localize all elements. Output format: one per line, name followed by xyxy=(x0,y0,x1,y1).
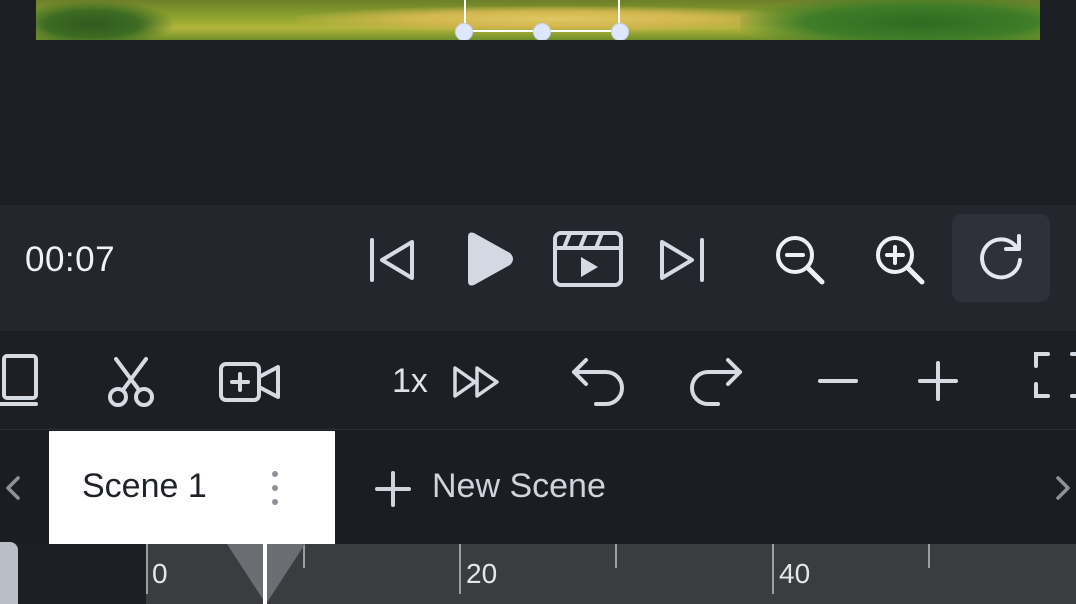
ruler-tick-minor xyxy=(928,544,930,568)
add-video-icon[interactable] xyxy=(218,359,282,405)
chevron-right-icon[interactable] xyxy=(1050,472,1076,504)
new-scene-button[interactable]: New Scene xyxy=(432,467,606,506)
scissors-icon[interactable] xyxy=(104,355,158,409)
resize-handle-bottom-left[interactable] xyxy=(455,23,473,41)
plus-icon[interactable] xyxy=(918,361,958,401)
add-scene-icon[interactable] xyxy=(374,470,412,508)
fullscreen-icon[interactable] xyxy=(1032,350,1076,400)
skip-to-start-icon[interactable] xyxy=(366,234,420,286)
chevron-left-icon[interactable] xyxy=(0,472,26,504)
preview-bush-right xyxy=(740,0,1040,40)
page-icon[interactable] xyxy=(0,352,42,410)
zoom-out-icon[interactable] xyxy=(772,232,828,288)
canvas-area xyxy=(0,40,1076,205)
refresh-button[interactable] xyxy=(952,214,1050,302)
playhead-line[interactable] xyxy=(263,544,267,604)
clapperboard-icon[interactable] xyxy=(552,230,624,288)
ruler-tick-major xyxy=(146,544,148,594)
timecode: 00:07 xyxy=(25,240,116,279)
preview-bush-left xyxy=(36,0,176,40)
play-icon[interactable] xyxy=(458,229,518,289)
ruler-label-0: 0 xyxy=(152,558,168,589)
minus-icon[interactable] xyxy=(818,368,858,394)
ruler-label-20: 20 xyxy=(466,558,498,589)
refresh-icon xyxy=(980,234,1022,280)
ruler-label-40: 40 xyxy=(779,558,811,589)
skip-to-end-icon[interactable] xyxy=(654,234,710,286)
scene-tab-label: Scene 1 xyxy=(82,467,207,505)
playback-speed[interactable]: 1x xyxy=(392,362,428,401)
track-scroll-thumb[interactable] xyxy=(0,542,18,604)
redo-icon[interactable] xyxy=(686,354,746,406)
resize-handle-bottom-right[interactable] xyxy=(611,23,629,41)
resize-handle-bottom-center[interactable] xyxy=(533,23,551,41)
more-vertical-icon[interactable] xyxy=(266,468,284,508)
ruler-tick-minor xyxy=(615,544,617,568)
ruler-tick-major xyxy=(459,544,461,594)
undo-icon[interactable] xyxy=(568,354,628,406)
timeline-track-header xyxy=(0,544,146,604)
tool-bar xyxy=(0,331,1076,429)
ruler-tick-major xyxy=(772,544,774,594)
fast-forward-icon[interactable] xyxy=(452,364,502,400)
zoom-in-icon[interactable] xyxy=(872,232,928,288)
